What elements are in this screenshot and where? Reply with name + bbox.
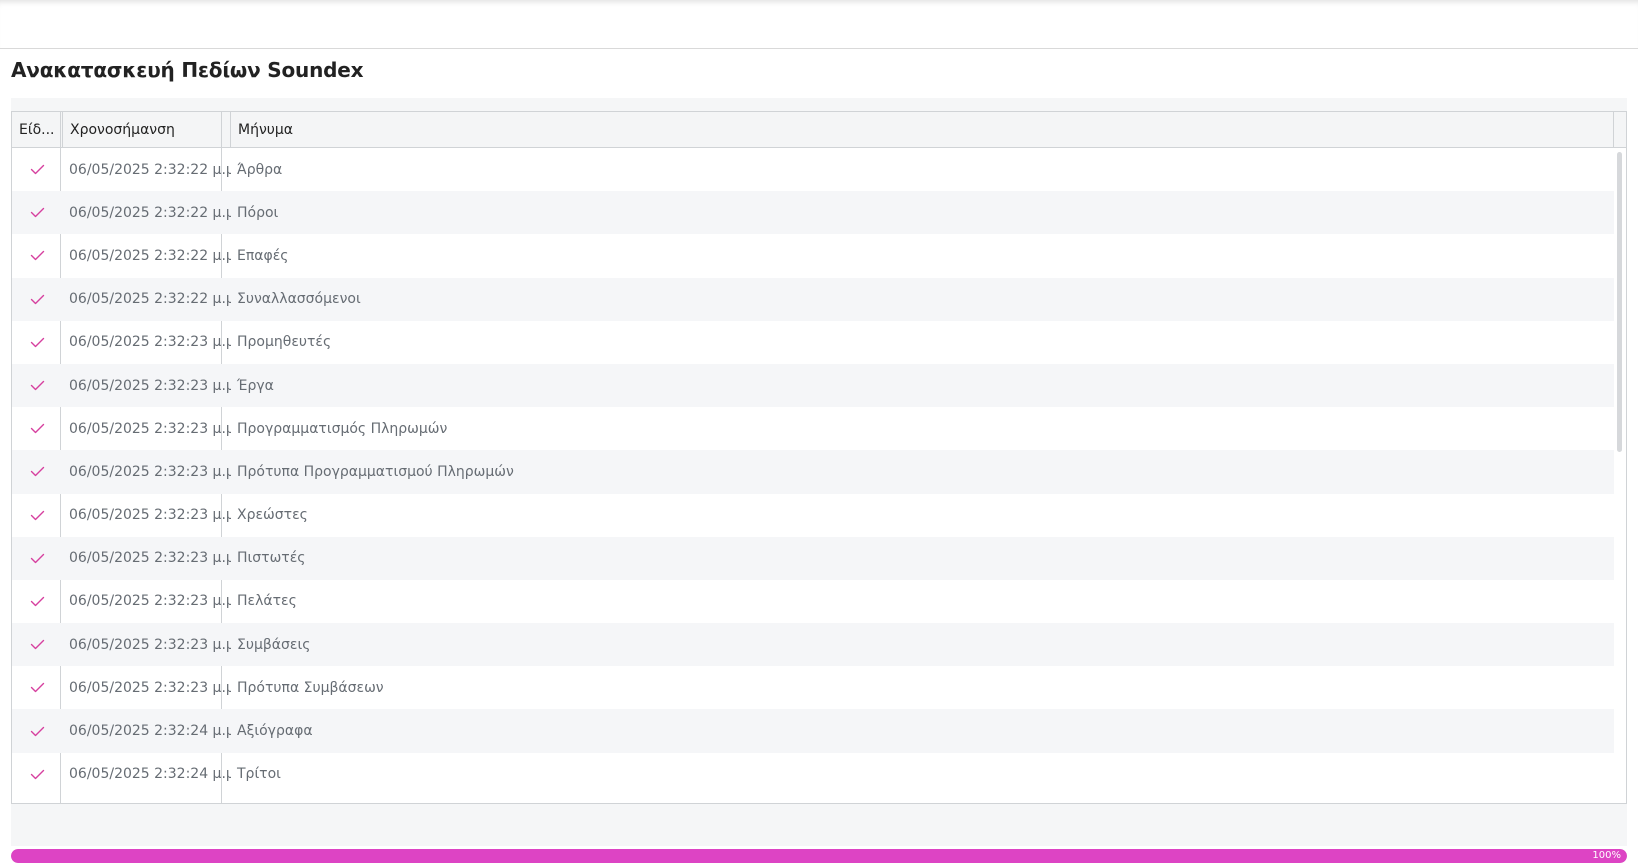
status-cell — [12, 364, 63, 407]
progress-fill — [11, 849, 1627, 863]
message-cell: Πόροι — [237, 204, 279, 221]
check-icon — [30, 251, 45, 261]
table-row[interactable]: 06/05/2025 2:32:24 μ.μ. Τρίτοι — [12, 753, 1614, 796]
table-row[interactable]: 06/05/2025 2:32:23 μ.μ. Συμβάσεις — [12, 623, 1614, 667]
timestamp-cell: 06/05/2025 2:32:23 μ.μ. — [69, 550, 231, 567]
page-content: Ανακατασκευή Πεδίων Soundex Είδ... Χρονο… — [0, 49, 1638, 863]
message-cell: Αξιόγραφα — [237, 723, 313, 740]
top-bar — [0, 0, 1638, 49]
timestamp-cell: 06/05/2025 2:32:22 μ.μ. — [69, 161, 231, 178]
status-cell — [12, 623, 63, 666]
timestamp-cell: 06/05/2025 2:32:23 μ.μ. — [69, 507, 231, 524]
timestamp-cell: 06/05/2025 2:32:23 μ.μ. — [69, 463, 231, 480]
status-cell — [12, 494, 63, 537]
table-row[interactable]: 06/05/2025 2:32:23 μ.μ. Έργα — [12, 363, 1614, 408]
status-cell — [12, 753, 63, 796]
page-title: Ανακατασκευή Πεδίων Soundex — [11, 58, 364, 82]
timestamp-cell: 06/05/2025 2:32:23 μ.μ. — [69, 420, 231, 437]
table-row[interactable]: 06/05/2025 2:32:22 μ.μ. Συναλλασσόμενοι — [12, 277, 1614, 321]
header-scrollbar-spacer — [1614, 112, 1626, 148]
table-row[interactable]: 06/05/2025 2:32:23 μ.μ. Πρότυπα Προγραμμα… — [12, 450, 1614, 494]
timestamp-cell: 06/05/2025 2:32:22 μ.μ. — [69, 291, 231, 308]
timestamp-cell: 06/05/2025 2:32:22 μ.μ. — [69, 247, 231, 264]
column-header-type[interactable]: Είδ... — [12, 112, 63, 148]
table-row[interactable]: 06/05/2025 2:32:22 μ.μ. Άρθρα — [12, 148, 1614, 191]
check-icon — [30, 337, 45, 348]
message-cell: Πρότυπα Προγραμματισμού Πληρωμών — [237, 463, 514, 480]
message-cell: Χρεώστες — [237, 507, 308, 524]
table-row[interactable]: 06/05/2025 2:32:23 μ.μ. Πελάτες — [12, 580, 1614, 623]
log-grid: Είδ... Χρονοσήμανση Μήνυμα 06/05/2025 2:… — [11, 111, 1627, 804]
status-cell — [12, 537, 63, 580]
status-cell — [12, 580, 63, 623]
log-panel: Είδ... Χρονοσήμανση Μήνυμα 06/05/2025 2:… — [11, 98, 1627, 863]
table-row[interactable]: 06/05/2025 2:32:22 μ.μ. Πόροι — [12, 191, 1614, 235]
check-icon — [30, 553, 45, 563]
table-row[interactable]: 06/05/2025 2:32:23 μ.μ. Πιστωτές — [12, 536, 1614, 580]
timestamp-cell: 06/05/2025 2:32:23 μ.μ. — [69, 377, 231, 394]
timestamp-cell: 06/05/2025 2:32:24 μ.μ. — [69, 723, 231, 740]
progress-bar: 100% — [11, 849, 1627, 863]
check-icon — [30, 380, 45, 391]
column-header-timestamp[interactable]: Χρονοσήμανση — [63, 112, 231, 148]
check-icon — [30, 683, 45, 693]
table-row[interactable]: 06/05/2025 2:32:24 μ.μ. Αξιόγραφα — [12, 709, 1614, 753]
vertical-scrollbar[interactable] — [1614, 148, 1626, 803]
timestamp-cell: 06/05/2025 2:32:23 μ.μ. — [69, 679, 231, 696]
status-cell — [12, 278, 63, 321]
message-cell: Άρθρα — [237, 161, 283, 178]
status-cell — [12, 321, 63, 364]
check-icon — [30, 294, 45, 304]
grid-header: Είδ... Χρονοσήμανση Μήνυμα — [12, 112, 1626, 148]
message-cell: Έργα — [237, 377, 274, 394]
message-cell: Πιστωτές — [237, 550, 306, 567]
check-icon — [30, 769, 45, 779]
status-cell — [12, 191, 63, 234]
check-icon — [30, 726, 45, 736]
status-cell — [12, 666, 63, 709]
timestamp-cell: 06/05/2025 2:32:22 μ.μ. — [69, 204, 231, 221]
column-header-message[interactable]: Μήνυμα — [231, 112, 1614, 148]
message-cell: Προμηθευτές — [237, 334, 332, 351]
status-cell — [12, 234, 63, 277]
check-icon — [30, 467, 45, 477]
grid-body: 06/05/2025 2:32:22 μ.μ. Άρθρα 06/05/2025 2… — [12, 148, 1614, 803]
message-cell: Πελάτες — [237, 593, 297, 610]
timestamp-cell: 06/05/2025 2:32:23 μ.μ. — [69, 593, 231, 610]
check-icon — [30, 639, 45, 650]
message-cell: Επαφές — [237, 247, 289, 264]
status-cell — [12, 709, 63, 752]
table-row[interactable]: 06/05/2025 2:32:23 μ.μ. Χρεώστες — [12, 494, 1614, 537]
check-icon — [30, 596, 45, 607]
message-cell: Συμβάσεις — [237, 636, 311, 653]
timestamp-cell: 06/05/2025 2:32:23 μ.μ. — [69, 636, 231, 653]
table-row[interactable]: 06/05/2025 2:32:22 μ.μ. Επαφές — [12, 234, 1614, 277]
status-cell — [12, 148, 63, 191]
table-row[interactable]: 06/05/2025 2:32:23 μ.μ. Προμηθευτές — [12, 321, 1614, 364]
message-cell: Συναλλασσόμενοι — [237, 291, 361, 308]
message-cell: Πρότυπα Συμβάσεων — [237, 679, 384, 696]
status-cell — [12, 407, 63, 450]
status-cell — [12, 450, 63, 493]
check-icon — [30, 510, 45, 520]
check-icon — [30, 164, 45, 175]
message-cell: Τρίτοι — [237, 766, 281, 783]
table-row[interactable]: 06/05/2025 2:32:23 μ.μ. Προγραμματισμός Π… — [12, 407, 1614, 450]
timestamp-cell: 06/05/2025 2:32:23 μ.μ. — [69, 334, 231, 351]
scrollbar-thumb[interactable] — [1617, 152, 1622, 452]
check-icon — [30, 424, 45, 434]
timestamp-cell: 06/05/2025 2:32:24 μ.μ. — [69, 766, 231, 783]
check-icon — [30, 208, 45, 218]
progress-label: 100% — [1592, 850, 1621, 861]
message-cell: Προγραμματισμός Πληρωμών — [237, 420, 448, 437]
table-row[interactable]: 06/05/2025 2:32:23 μ.μ. Πρότυπα Συμβάσεων — [12, 666, 1614, 709]
